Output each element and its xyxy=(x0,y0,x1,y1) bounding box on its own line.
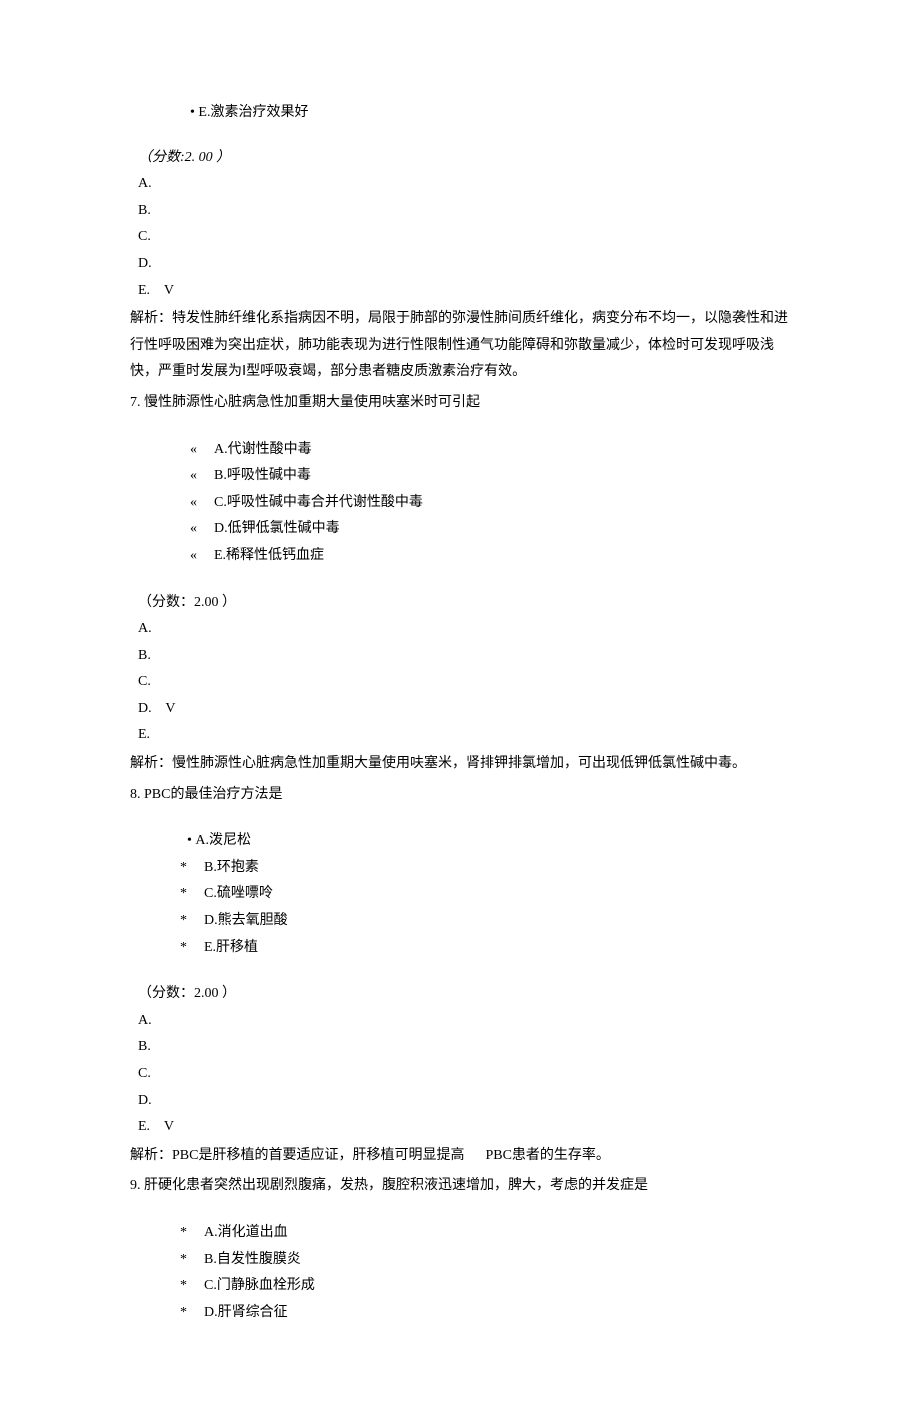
q8-check-icon: V xyxy=(164,1119,174,1134)
q8-option-e: * E.肝移植 xyxy=(180,935,790,962)
q8-option-d: * D.熊去氧胆酸 xyxy=(180,908,790,935)
q7-option-d-text: D.低钾低氯性碱中毒 xyxy=(214,516,340,543)
q7-score: （分数：2.00 ） xyxy=(138,590,790,617)
bullet-quote: « xyxy=(190,543,196,570)
q8-option-b: * B.环抱素 xyxy=(180,855,790,882)
bullet-star: * xyxy=(180,1247,186,1274)
q7-options: « A.代谢性酸中毒 « B.呼吸性碱中毒 « C.呼吸性碱中毒合并代谢性酸中毒 « D… xyxy=(130,437,790,570)
bullet-quote: « xyxy=(190,463,196,490)
q7-option-b: « B.呼吸性碱中毒 xyxy=(190,463,790,490)
q6-option-e-text: E.激素治疗效果好 xyxy=(198,105,308,120)
q7-answer-c: C. xyxy=(138,669,790,696)
q7-stem: 7. 慢性肺源性心脏病急性加重期大量使用呋塞米时可引起 xyxy=(130,390,790,417)
q9-stem: 9. 肝硬化患者突然出现剧烈腹痛，发热，腹腔积液迅速增加，脾大，考虑的并发症是 xyxy=(130,1173,790,1200)
q8-option-a-text: A.泼尼松 xyxy=(195,833,251,848)
q6-score: （分数:2. 00 ） xyxy=(138,145,790,172)
q6-answer-d: D. xyxy=(138,251,790,278)
q9-option-d: * D.肝肾综合征 xyxy=(180,1300,790,1327)
bullet-quote: « xyxy=(190,516,196,543)
q6-option-e: • E.激素治疗效果好 xyxy=(130,100,790,127)
q7-answer-d-label: D. xyxy=(138,701,152,716)
bullet-quote: « xyxy=(190,490,196,517)
q7-option-d: « D.低钾低氯性碱中毒 xyxy=(190,516,790,543)
q8-options: • A.泼尼松 * B.环抱素 * C.硫唑嘌呤 * D.熊去氧胆酸 * E.肝移植 xyxy=(130,828,790,961)
q9-option-a: * A.消化道出血 xyxy=(180,1220,790,1247)
q8-answer-d: D. xyxy=(138,1088,790,1115)
bullet-star: * xyxy=(180,881,186,908)
q7-option-b-text: B.呼吸性碱中毒 xyxy=(214,463,311,490)
q7-option-a-text: A.代谢性酸中毒 xyxy=(214,437,312,464)
q7-answer-a: A. xyxy=(138,616,790,643)
q8-answer-b: B. xyxy=(138,1034,790,1061)
q8-option-b-text: B.环抱素 xyxy=(204,855,259,882)
bullet-star: * xyxy=(180,935,186,962)
q7-option-a: « A.代谢性酸中毒 xyxy=(190,437,790,464)
q7-option-c-text: C.呼吸性碱中毒合并代谢性酸中毒 xyxy=(214,490,423,517)
q8-answer-c: C. xyxy=(138,1061,790,1088)
q8-stem: 8. PBC的最佳治疗方法是 xyxy=(130,782,790,809)
q7-option-e-text: E.稀释性低钙血症 xyxy=(214,543,324,570)
q9-option-c: * C.门静脉血栓形成 xyxy=(180,1273,790,1300)
q6-explanation: 解析：特发性肺纤维化系指病因不明，局限于肺部的弥漫性肺间质纤维化，病变分布不均一… xyxy=(130,306,790,386)
q9-option-d-text: D.肝肾综合征 xyxy=(204,1300,288,1327)
q7-answer-d: D. V xyxy=(138,696,790,723)
q8-answer-e: E. V xyxy=(138,1114,790,1141)
bullet-star: * xyxy=(180,1220,186,1247)
q9-options: * A.消化道出血 * B.自发性腹膜炎 * C.门静脉血栓形成 * D.肝肾综合征 xyxy=(130,1220,790,1326)
q7-answer-e: E. xyxy=(138,722,790,749)
q9-option-a-text: A.消化道出血 xyxy=(204,1220,288,1247)
q6-answer-e-label: E. xyxy=(138,283,150,298)
bullet-star: * xyxy=(180,908,186,935)
q6-answer-b: B. xyxy=(138,198,790,225)
q8-explain-2: PBC患者的生存率。 xyxy=(485,1148,609,1163)
bullet-dot: • xyxy=(187,833,192,848)
q9-option-b: * B.自发性腹膜炎 xyxy=(180,1247,790,1274)
q7-check-icon: V xyxy=(165,701,175,716)
q8-option-d-text: D.熊去氧胆酸 xyxy=(204,908,288,935)
q8-option-c: * C.硫唑嘌呤 xyxy=(180,881,790,908)
bullet-dot: • xyxy=(190,105,195,120)
q8-option-c-text: C.硫唑嘌呤 xyxy=(204,881,273,908)
q6-answer-a: A. xyxy=(138,171,790,198)
q8-score: （分数：2.00 ） xyxy=(138,981,790,1008)
q9-option-b-text: B.自发性腹膜炎 xyxy=(204,1247,301,1274)
bullet-star: * xyxy=(180,1273,186,1300)
q7-option-e: « E.稀释性低钙血症 xyxy=(190,543,790,570)
q7-explanation: 解析：慢性肺源性心脏病急性加重期大量使用呋塞米，肾排钾排氯增加，可出现低钾低氯性… xyxy=(130,751,790,778)
bullet-star: * xyxy=(180,1300,186,1327)
bullet-star: * xyxy=(180,855,186,882)
q6-answer-e: E. V xyxy=(138,278,790,305)
q9-option-c-text: C.门静脉血栓形成 xyxy=(204,1273,315,1300)
bullet-quote: « xyxy=(190,437,196,464)
q8-answer-e-label: E. xyxy=(138,1119,150,1134)
q7-answer-b: B. xyxy=(138,643,790,670)
q7-option-c: « C.呼吸性碱中毒合并代谢性酸中毒 xyxy=(190,490,790,517)
q8-option-a: • A.泼尼松 xyxy=(180,828,790,855)
q8-option-e-text: E.肝移植 xyxy=(204,935,258,962)
q6-check-icon: V xyxy=(164,283,174,298)
q8-explanation: 解析：PBC是肝移植的首要适应证，肝移植可明显提高 PBC患者的生存率。 xyxy=(130,1143,790,1170)
q8-explain-1: 解析：PBC是肝移植的首要适应证，肝移植可明显提高 xyxy=(130,1148,464,1163)
q8-answer-a: A. xyxy=(138,1008,790,1035)
q6-answer-c: C. xyxy=(138,224,790,251)
